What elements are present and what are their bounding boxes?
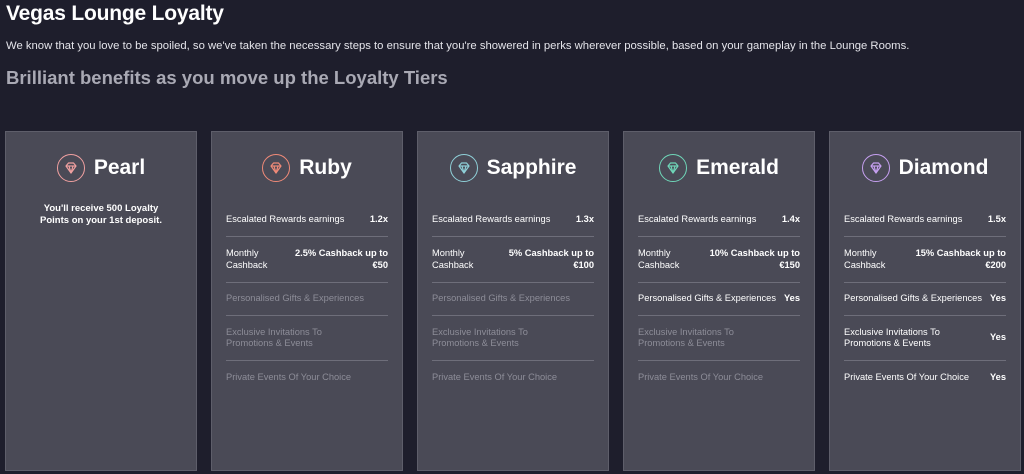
tier-header: Diamond — [844, 151, 1006, 185]
benefit-label: Monthly Cashback — [844, 248, 886, 270]
benefit-label: Private Events Of Your Choice — [844, 371, 970, 382]
tier-card-emerald: Emerald Escalated Rewards earnings 1.4x … — [623, 131, 815, 471]
benefit-list: Escalated Rewards earnings 1.2x Monthly … — [226, 203, 388, 394]
benefit-value: 10% Cashback up to €150 — [709, 248, 800, 270]
benefit-row-private-events: Private Events Of Your Choice — [638, 361, 800, 394]
tier-card-sapphire: Sapphire Escalated Rewards earnings 1.3x… — [417, 131, 609, 471]
benefit-label: Escalated Rewards earnings — [844, 213, 963, 224]
diamond-gem-icon — [262, 154, 291, 182]
benefit-value: Yes — [989, 371, 1006, 382]
diamond-gem-icon — [449, 154, 478, 182]
tier-name: Ruby — [299, 156, 352, 179]
diamond-gem-icon — [659, 154, 688, 182]
benefit-row-invitations: Exclusive Invitations To Promotions & Ev… — [432, 316, 594, 361]
intro-text: We know that you love to be spoiled, so … — [6, 40, 910, 52]
benefit-row-rewards: Escalated Rewards earnings 1.5x — [844, 203, 1006, 237]
benefit-value: Yes — [989, 293, 1006, 304]
benefit-label: Escalated Rewards earnings — [638, 213, 757, 224]
section-subtitle: Brilliant benefits as you move up the Lo… — [6, 67, 448, 88]
benefit-label: Exclusive Invitations To Promotions & Ev… — [844, 326, 940, 349]
benefit-value: 2.5% Cashback up to €50 — [295, 248, 388, 270]
benefit-label: Monthly Cashback — [432, 248, 474, 270]
tier-name: Emerald — [696, 156, 779, 179]
benefit-row-rewards: Escalated Rewards earnings 1.3x — [432, 203, 594, 237]
tier-header: Emerald — [638, 151, 800, 185]
tier-header: Sapphire — [432, 151, 594, 185]
tier-card-diamond: Diamond Escalated Rewards earnings 1.5x … — [829, 131, 1021, 471]
benefit-row-cashback: Monthly Cashback 15% Cashback up to €200 — [844, 237, 1006, 283]
benefit-label: Exclusive Invitations To Promotions & Ev… — [432, 326, 528, 349]
benefit-row-gifts: Personalised Gifts & Experiences — [226, 283, 388, 316]
tier-card-pearl: Pearl You'll receive 500 Loyalty Points … — [5, 131, 197, 471]
benefit-row-invitations: Exclusive Invitations To Promotions & Ev… — [638, 316, 800, 361]
diamond-gem-icon — [861, 154, 890, 182]
benefit-label: Exclusive Invitations To Promotions & Ev… — [226, 326, 322, 349]
benefit-value: 1.4x — [781, 213, 800, 224]
benefit-label: Exclusive Invitations To Promotions & Ev… — [638, 326, 734, 349]
benefit-value: 15% Cashback up to €200 — [915, 248, 1006, 270]
tier-cards: Pearl You'll receive 500 Loyalty Points … — [5, 131, 1021, 471]
benefit-value: 1.3x — [575, 213, 594, 224]
benefit-value: Yes — [783, 293, 800, 304]
benefit-row-gifts: Personalised Gifts & Experiences Yes — [638, 283, 800, 316]
benefit-list: Escalated Rewards earnings 1.3x Monthly … — [432, 203, 594, 394]
tier-name: Diamond — [898, 156, 989, 179]
benefit-row-cashback: Monthly Cashback 10% Cashback up to €150 — [638, 237, 800, 283]
benefit-row-cashback: Monthly Cashback 2.5% Cashback up to €50 — [226, 237, 388, 283]
tier-note: You'll receive 500 Loyalty Points on you… — [40, 203, 162, 226]
benefit-label: Personalised Gifts & Experiences — [432, 293, 570, 304]
benefit-label: Escalated Rewards earnings — [226, 213, 345, 224]
tier-header: Ruby — [226, 151, 388, 185]
benefit-row-private-events: Private Events Of Your Choice Yes — [844, 361, 1006, 394]
tier-header: Pearl — [20, 151, 182, 185]
tier-card-ruby: Ruby Escalated Rewards earnings 1.2x Mon… — [211, 131, 403, 471]
benefit-label: Escalated Rewards earnings — [432, 213, 551, 224]
benefit-label: Private Events Of Your Choice — [226, 371, 352, 382]
benefit-value: Yes — [989, 332, 1006, 343]
benefit-label: Personalised Gifts & Experiences — [844, 293, 982, 304]
benefit-row-private-events: Private Events Of Your Choice — [226, 361, 388, 394]
benefit-row-invitations: Exclusive Invitations To Promotions & Ev… — [844, 316, 1006, 361]
benefit-row-rewards: Escalated Rewards earnings 1.2x — [226, 203, 388, 237]
benefit-label: Private Events Of Your Choice — [638, 371, 764, 382]
tier-name: Sapphire — [486, 156, 577, 179]
benefit-row-gifts: Personalised Gifts & Experiences — [432, 283, 594, 316]
benefit-row-private-events: Private Events Of Your Choice — [432, 361, 594, 394]
tier-name: Pearl — [93, 156, 146, 179]
benefit-list: Escalated Rewards earnings 1.5x Monthly … — [844, 203, 1006, 394]
diamond-gem-icon — [56, 154, 85, 182]
benefit-row-invitations: Exclusive Invitations To Promotions & Ev… — [226, 316, 388, 361]
benefit-label: Private Events Of Your Choice — [432, 371, 558, 382]
benefit-label: Monthly Cashback — [638, 248, 680, 270]
benefit-label: Personalised Gifts & Experiences — [638, 293, 776, 304]
benefit-row-gifts: Personalised Gifts & Experiences Yes — [844, 283, 1006, 316]
benefit-list: Escalated Rewards earnings 1.4x Monthly … — [638, 203, 800, 394]
benefit-value: 1.5x — [987, 213, 1006, 224]
benefit-row-rewards: Escalated Rewards earnings 1.4x — [638, 203, 800, 237]
benefit-value: 5% Cashback up to €100 — [508, 248, 594, 270]
benefit-row-cashback: Monthly Cashback 5% Cashback up to €100 — [432, 237, 594, 283]
page-title: Vegas Lounge Loyalty — [6, 2, 224, 25]
benefit-label: Monthly Cashback — [226, 248, 268, 270]
benefit-label: Personalised Gifts & Experiences — [226, 293, 364, 304]
benefit-value: 1.2x — [369, 213, 388, 224]
